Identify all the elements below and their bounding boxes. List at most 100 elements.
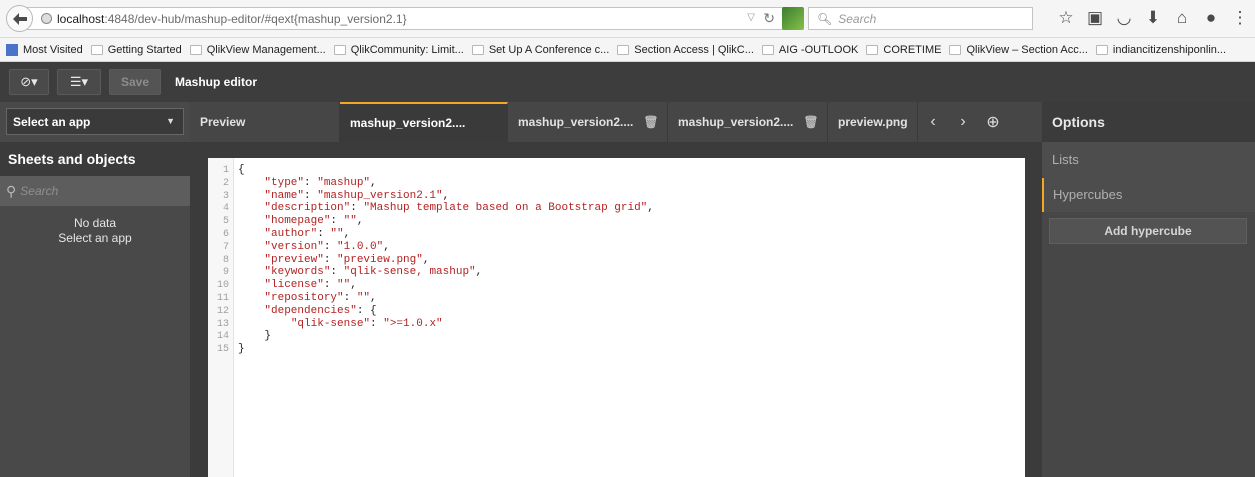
bookmark-item[interactable]: QlikView Management... [189, 44, 326, 56]
tab-label: mashup_version2.... [518, 115, 634, 129]
bookmark-label: Most Visited [23, 43, 83, 56]
code-line: "license": "", [264, 279, 357, 292]
bookmark-item[interactable]: AIG -OUTLOOK [761, 43, 859, 56]
reload-icon[interactable]: ↻ [763, 10, 775, 27]
line-number: 5 [222, 216, 229, 228]
trash-icon[interactable]: 🗑︎ [643, 115, 658, 129]
folder-icon [90, 44, 103, 55]
bookmark-label: QlikCommunity: Limit... [350, 43, 464, 56]
browser-navigation-bar: localhost:4848/dev-hub/mashup-editor/#qe… [0, 0, 1255, 38]
sheets-search-input[interactable]: ⚲ Search [0, 176, 190, 206]
line-number: 6 [222, 229, 229, 240]
tab-file[interactable]: mashup_version2.... 🗑︎ [508, 102, 668, 142]
options-panel: Options Lists Hypercubes Add hypercube [1042, 102, 1255, 477]
line-number: 9 [222, 267, 229, 279]
bookmark-item[interactable]: Section Access | QlikC... [617, 44, 754, 56]
tab-label: mashup_version2.... [678, 115, 794, 129]
line-number: 13 [216, 318, 229, 330]
folder-icon [617, 44, 630, 55]
lists-section[interactable]: Lists [1042, 142, 1255, 178]
bookmark-label: Getting Started [107, 43, 182, 56]
code-line: "type": "mashup", [264, 176, 377, 189]
menu-icon[interactable]: ⋮ [1230, 8, 1250, 28]
code-editor[interactable]: 1 2 3 4 5 6 7 8 9 10 11 12 13 14 15 { "type": "mashup"… [208, 158, 1025, 477]
qlik-extension-icon[interactable] [782, 7, 804, 30]
url-field[interactable]: localhost:4848/dev-hub/mashup-editor/#qe… [24, 7, 804, 30]
bookmark-label: Section Access | QlikC... [634, 43, 754, 56]
download-icon[interactable]: ⬇ [1143, 8, 1163, 28]
no-data-text: No data [73, 216, 117, 230]
select-app-hint: Select an app [58, 231, 132, 245]
add-hypercube-button[interactable]: Add hypercube [1049, 218, 1247, 244]
tab-next-icon[interactable]: › [948, 102, 978, 142]
search-icon: ⚲ [6, 182, 17, 199]
folder-icon [866, 44, 879, 55]
code-line: { [238, 164, 245, 176]
bookmark-item[interactable]: Most Visited [6, 43, 83, 56]
navigation-menu-button[interactable]: ⊘▾ [9, 69, 49, 95]
line-number: 10 [216, 280, 229, 292]
code-line: "qlik-sense": ">=1.0.x" [290, 317, 443, 330]
file-tabs: Preview mashup_version2.... mashup_version… [190, 102, 1042, 142]
select-app-dropdown[interactable]: Select an app ▼ [6, 108, 184, 135]
compass-icon: ⊘▾ [20, 74, 38, 89]
line-number: 14 [216, 331, 229, 343]
sheets-heading: Sheets and objects [0, 142, 190, 176]
folder-icon [761, 44, 774, 55]
url-host: localhost [57, 11, 105, 26]
reading-list-icon[interactable]: ▣ [1085, 8, 1105, 28]
bookmark-label: CORETIME [883, 43, 942, 56]
tab-file[interactable]: mashup_version2.... 🗑︎ [668, 102, 828, 142]
code-line: "dependencies": { [264, 304, 377, 317]
browser-search-input[interactable]: 🔍︎ Search [808, 7, 1033, 30]
trash-icon[interactable]: 🗑︎ [803, 115, 818, 129]
bookmark-item[interactable]: CORETIME [866, 44, 941, 56]
bookmark-label: indiancitizenshiponlin... [1112, 43, 1227, 56]
search-icon: 🔍︎ [817, 11, 833, 26]
code-line: } [238, 343, 245, 356]
bookmark-label: AIG -OUTLOOK [778, 43, 859, 56]
chat-icon[interactable]: ● [1201, 8, 1221, 28]
code-line: "keywords": "qlik-sense, mashup", [264, 266, 483, 279]
back-arrow-icon [12, 12, 27, 25]
mashup-editor-toolbar: ⊘▾ ☰▾ Save Mashup editor [0, 62, 1255, 102]
sheets-search-placeholder: Search [20, 184, 59, 198]
most-visited-icon [6, 43, 18, 56]
save-button[interactable]: Save [109, 69, 161, 95]
tab-label: preview.png [838, 115, 908, 129]
bookmarks-toolbar: Most Visited Getting Started QlikView Mana… [0, 38, 1255, 62]
tab-file[interactable]: mashup_version2.... [340, 102, 508, 142]
code-line: } [238, 330, 272, 343]
code-line: "version": "1.0.0", [264, 240, 390, 253]
code-line: "repository": "", [264, 292, 377, 304]
chevron-down-icon: ▼ [166, 116, 175, 126]
browser-search-placeholder: Search [838, 11, 877, 26]
folder-icon [949, 44, 962, 55]
line-number: 7 [222, 241, 229, 253]
bookmark-item[interactable]: indiancitizenshiponlin... [1095, 43, 1227, 56]
bookmark-item[interactable]: Set Up A Conference c... [471, 44, 609, 56]
bookmark-label: QlikView – Section Acc... [966, 43, 1088, 56]
code-line: "preview": "preview.png", [264, 253, 430, 266]
bookmark-item[interactable]: Getting Started [90, 43, 182, 56]
tab-file[interactable]: preview.png [828, 102, 918, 142]
add-file-icon[interactable]: ⊕ [978, 102, 1008, 142]
folder-icon [1095, 44, 1108, 55]
pocket-icon[interactable]: ◡ [1114, 8, 1134, 28]
back-button[interactable] [6, 5, 33, 32]
tab-file[interactable]: Preview [190, 102, 340, 142]
line-number: 12 [216, 305, 229, 317]
tab-prev-icon[interactable]: ‹ [918, 102, 948, 142]
bookmark-item[interactable]: QlikView – Section Acc... [949, 43, 1088, 56]
home-icon[interactable]: ⌂ [1172, 8, 1192, 28]
line-number: 1 [222, 165, 229, 176]
star-icon[interactable]: ☆ [1056, 8, 1076, 28]
hypercubes-section[interactable]: Hypercubes [1042, 178, 1255, 212]
global-menu-button[interactable]: ☰▾ [57, 69, 101, 95]
code-line: "homepage": "", [264, 215, 364, 228]
bookmark-item[interactable]: QlikCommunity: Limit... [333, 43, 464, 56]
url-history-dropdown-icon[interactable]: ▽ [747, 12, 755, 23]
empty-state: No data Select an app [0, 216, 190, 246]
line-number: 3 [222, 190, 229, 202]
site-info-icon[interactable] [41, 13, 52, 24]
